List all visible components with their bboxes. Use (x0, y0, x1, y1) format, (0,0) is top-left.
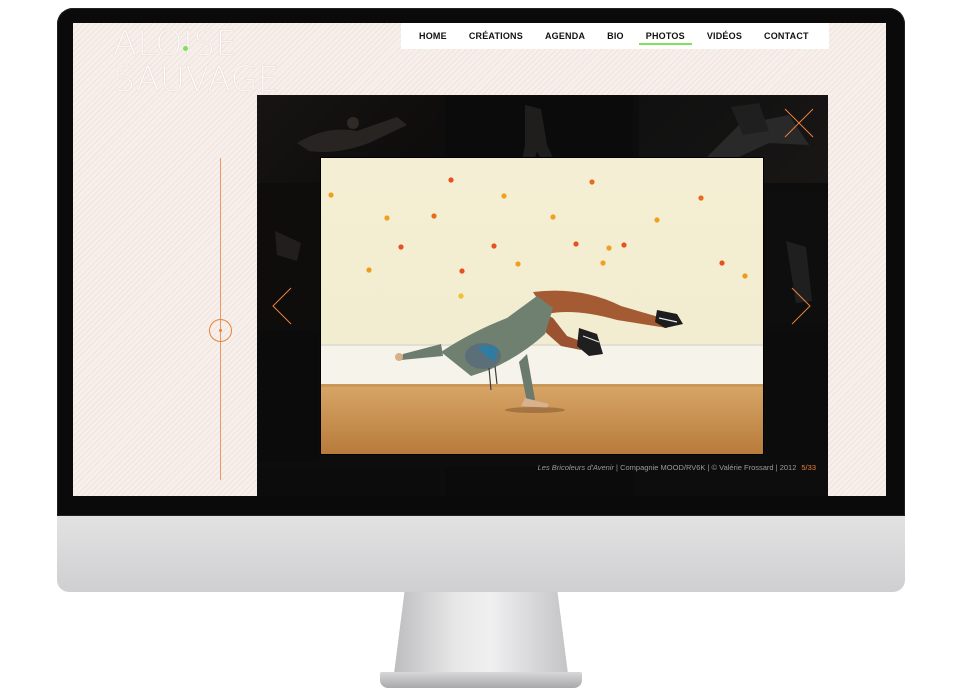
main-nav: HOME CRÉATIONS AGENDA BIO PHOTOS VIDÉOS … (401, 23, 829, 49)
logo-dot-icon (183, 46, 188, 51)
monitor-stand-base (380, 672, 582, 688)
website-screen: ALOISE SAUVAGE HOME CRÉATIONS AGENDA BIO… (73, 23, 886, 496)
caption-title: Les Bricoleurs d'Avenir (537, 463, 614, 472)
chevron-right-icon[interactable] (790, 287, 812, 325)
photo-caption: Les Bricoleurs d'Avenir | Compagnie MOOD… (538, 463, 816, 472)
chevron-left-icon[interactable] (271, 287, 293, 325)
dancer-photo-image (321, 158, 763, 454)
logo-line-1: ALOISE (113, 24, 238, 64)
monitor-stand (394, 592, 568, 674)
gallery-thumbnail[interactable] (257, 331, 319, 461)
nav-videos[interactable]: VIDÉOS (696, 23, 753, 49)
gallery-thumbnail[interactable] (257, 467, 439, 496)
caption-credits: | Compagnie MOOD/RV6K | © Valérie Frossa… (613, 463, 797, 472)
nav-photos[interactable]: PHOTOS (635, 23, 696, 49)
nav-bio[interactable]: BIO (596, 23, 635, 49)
monitor-chin (57, 516, 905, 592)
nav-agenda[interactable]: AGENDA (534, 23, 596, 49)
logo-line-2: SAUVAGE (113, 60, 280, 100)
nav-contact[interactable]: CONTACT (753, 23, 820, 49)
photo-counter: 5/33 (801, 463, 816, 472)
nav-home[interactable]: HOME (401, 23, 458, 49)
gallery-thumbnail[interactable] (766, 331, 828, 461)
scroll-knob-icon[interactable] (209, 319, 232, 342)
photo-lightbox: Les Bricoleurs d'Avenir | Compagnie MOOD… (257, 95, 828, 496)
featured-photo (320, 157, 764, 455)
nav-creations[interactable]: CRÉATIONS (458, 23, 534, 49)
close-icon[interactable] (783, 107, 815, 139)
site-logo[interactable]: ALOISE SAUVAGE (113, 24, 280, 100)
